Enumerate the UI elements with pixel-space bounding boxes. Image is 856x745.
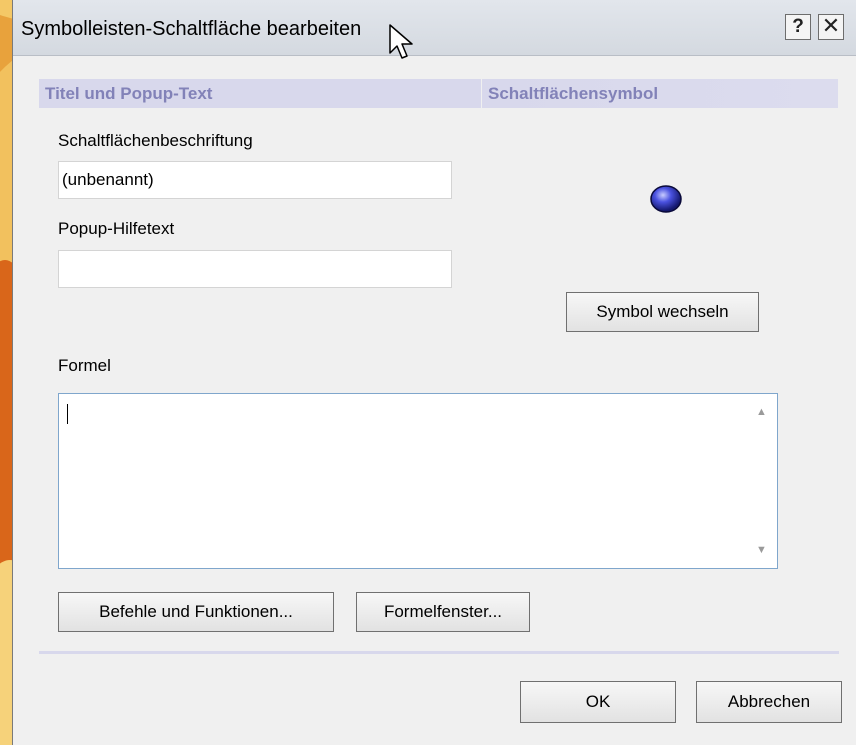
divider bbox=[39, 651, 839, 654]
section-title-popup-text: Titel und Popup-Text bbox=[39, 79, 481, 108]
scroll-up-arrow-icon[interactable]: ▲ bbox=[756, 406, 767, 418]
formula-textarea[interactable]: ▲ ▼ bbox=[58, 393, 778, 569]
commands-functions-button[interactable]: Befehle und Funktionen... bbox=[58, 592, 334, 632]
caption-label: Schaltflächenbeschriftung bbox=[58, 131, 253, 150]
close-button[interactable]: ✕ bbox=[818, 14, 844, 40]
blue-sphere-icon bbox=[650, 185, 682, 213]
text-caret bbox=[67, 404, 68, 424]
scroll-down-arrow-icon[interactable]: ▼ bbox=[756, 544, 767, 556]
formula-scrollbar[interactable]: ▲ ▼ bbox=[747, 394, 777, 568]
formula-window-button[interactable]: Formelfenster... bbox=[356, 592, 530, 632]
formula-label: Formel bbox=[58, 356, 111, 375]
caption-input[interactable] bbox=[58, 161, 452, 199]
mouse-pointer-icon bbox=[389, 24, 413, 59]
help-button[interactable]: ? bbox=[785, 14, 811, 40]
title-bar[interactable]: Symbolleisten-Schaltfläche bearbeiten ? … bbox=[13, 0, 856, 56]
edit-toolbar-button-dialog: Symbolleisten-Schaltfläche bearbeiten ? … bbox=[12, 0, 856, 745]
cancel-button[interactable]: Abbrechen bbox=[696, 681, 842, 723]
popup-help-label: Popup-Hilfetext bbox=[58, 219, 175, 238]
change-symbol-button[interactable]: Symbol wechseln bbox=[566, 292, 759, 332]
dialog-title: Symbolleisten-Schaltfläche bearbeiten bbox=[21, 18, 362, 40]
ok-button[interactable]: OK bbox=[520, 681, 676, 723]
section-button-symbol: Schaltflächensymbol bbox=[482, 79, 838, 108]
popup-help-input[interactable] bbox=[58, 250, 452, 288]
